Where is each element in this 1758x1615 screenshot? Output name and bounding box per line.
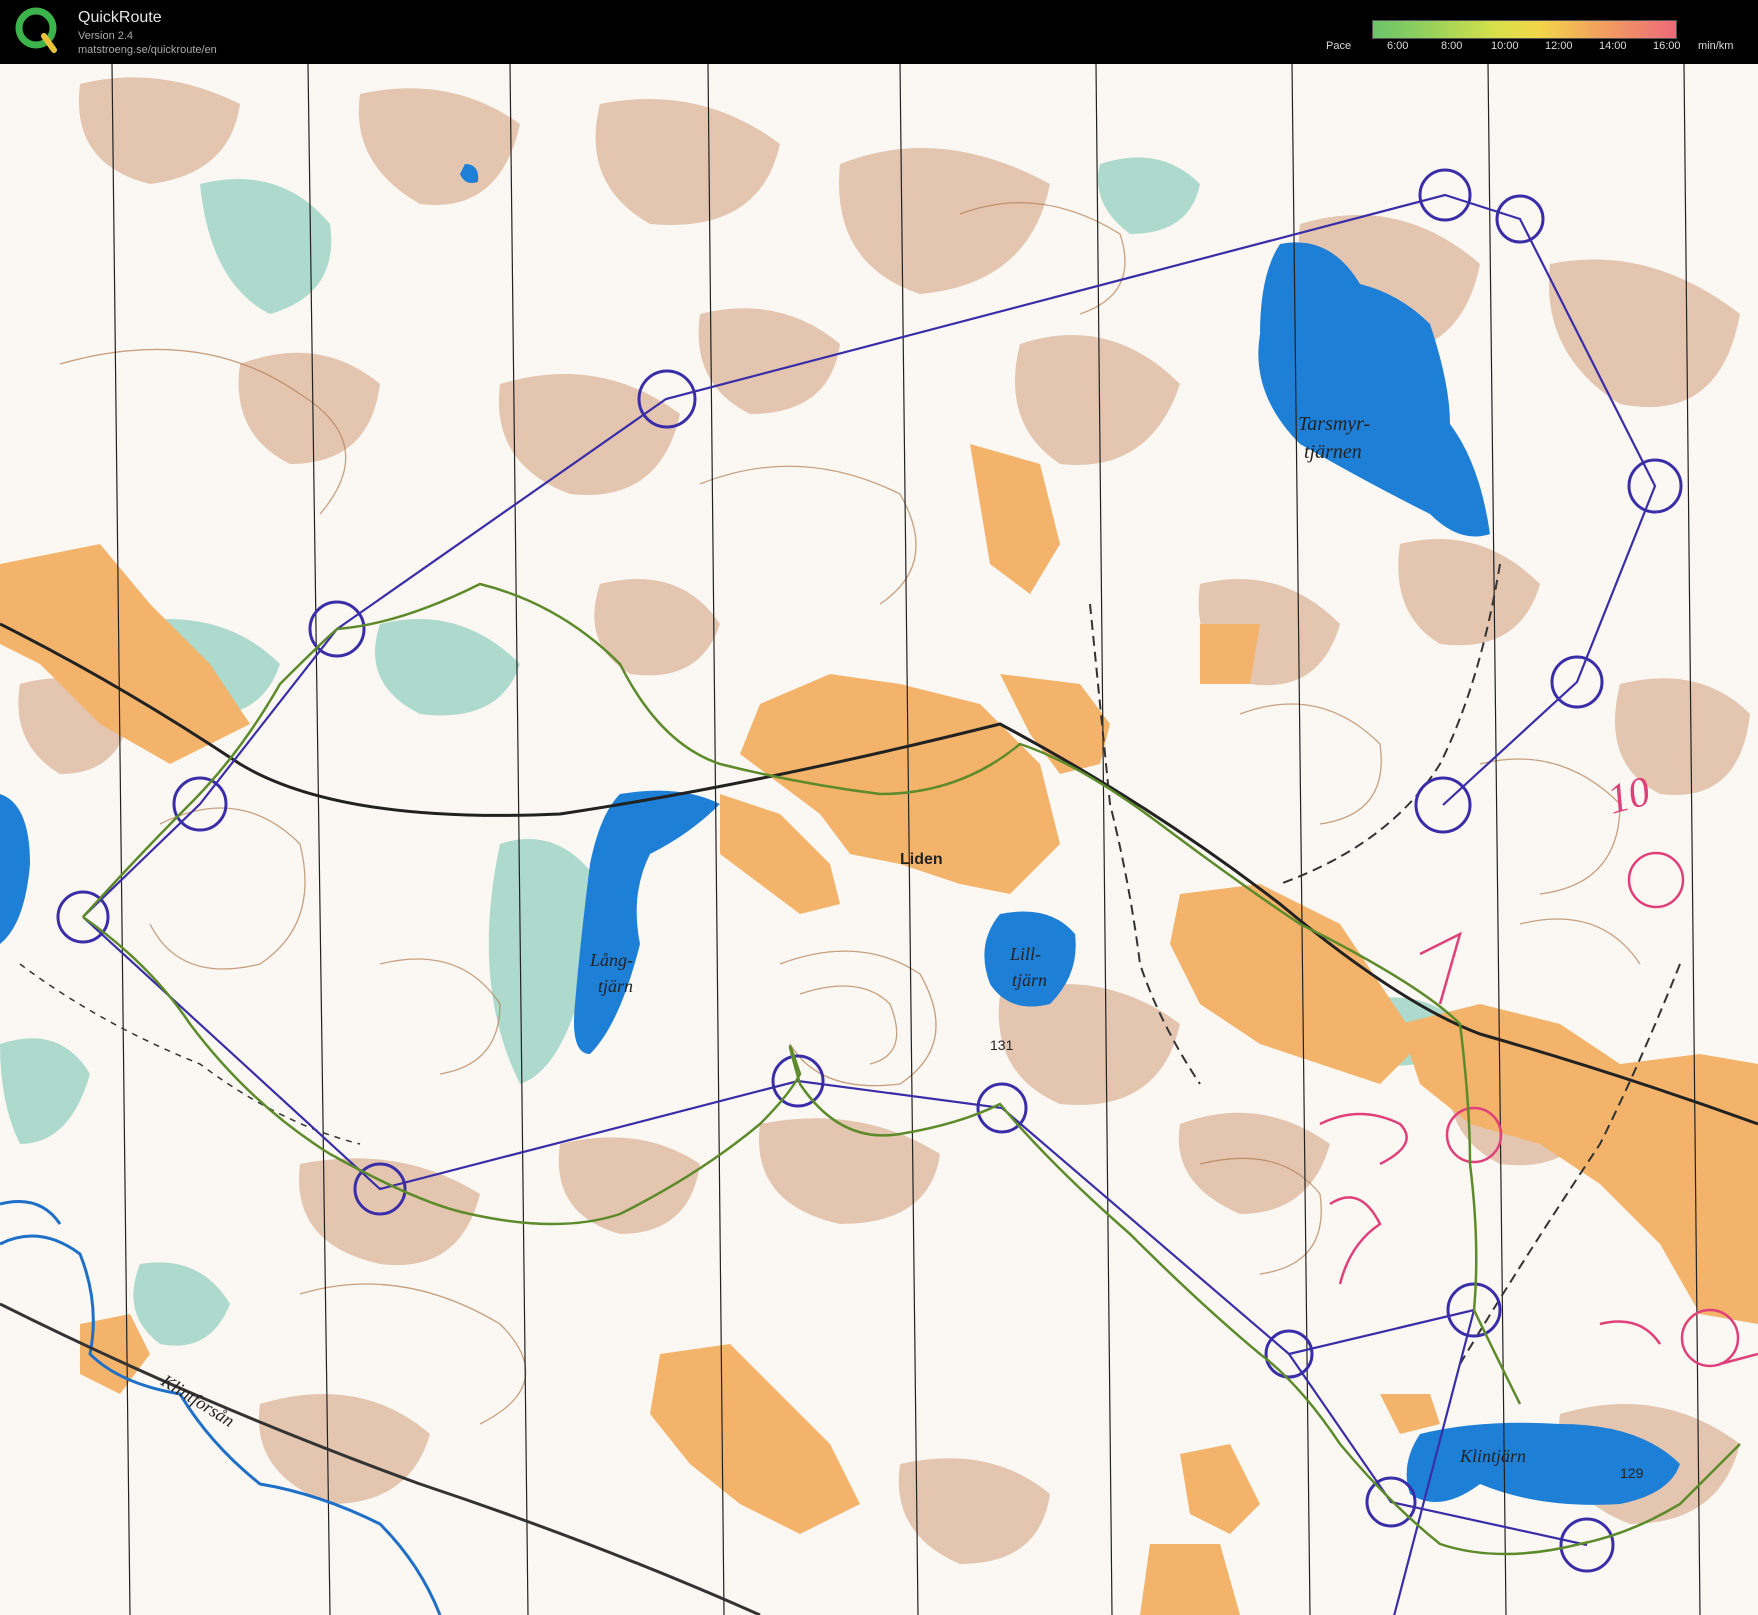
app-version: Version 2.4	[78, 30, 134, 42]
app-url[interactable]: matstroeng.se/quickroute/en	[78, 44, 217, 56]
label-lang-1: Lång-	[589, 950, 633, 970]
app-header: QuickRoute Version 2.4 matstroeng.se/qui…	[0, 0, 1758, 64]
pace-tick: 12:00	[1545, 40, 1573, 52]
pace-tick: 6:00	[1387, 40, 1409, 52]
pace-tick: 8:00	[1441, 40, 1463, 52]
label-liden: Liden	[900, 851, 943, 868]
label-lill-1: Lill-	[1009, 944, 1041, 964]
label-tarsmyr-2: tjärnen	[1304, 441, 1362, 463]
label-lang-2: tjärn	[598, 976, 633, 996]
app-title: QuickRoute	[78, 9, 162, 26]
label-klintjarn: Klintjärn	[1459, 1446, 1526, 1466]
pace-unit: min/km	[1698, 40, 1734, 52]
pace-label: Pace	[1326, 40, 1352, 52]
label-tarsmyr-1: Tarsmyr-	[1298, 413, 1370, 435]
orienteering-map[interactable]: 10 Tarsmyr- tjärnen Liden Lång- tjärn Li…	[0, 64, 1758, 1615]
label-lill-2: tjärn	[1012, 970, 1047, 990]
quickroute-logo-icon	[15, 7, 57, 53]
label-height-129: 129	[1620, 1465, 1644, 1481]
pace-tick: 16:00	[1653, 40, 1681, 52]
pace-tick: 10:00	[1491, 40, 1519, 52]
label-height-131: 131	[990, 1037, 1014, 1053]
pace-color-scale	[1372, 20, 1677, 39]
pace-tick: 14:00	[1599, 40, 1627, 52]
